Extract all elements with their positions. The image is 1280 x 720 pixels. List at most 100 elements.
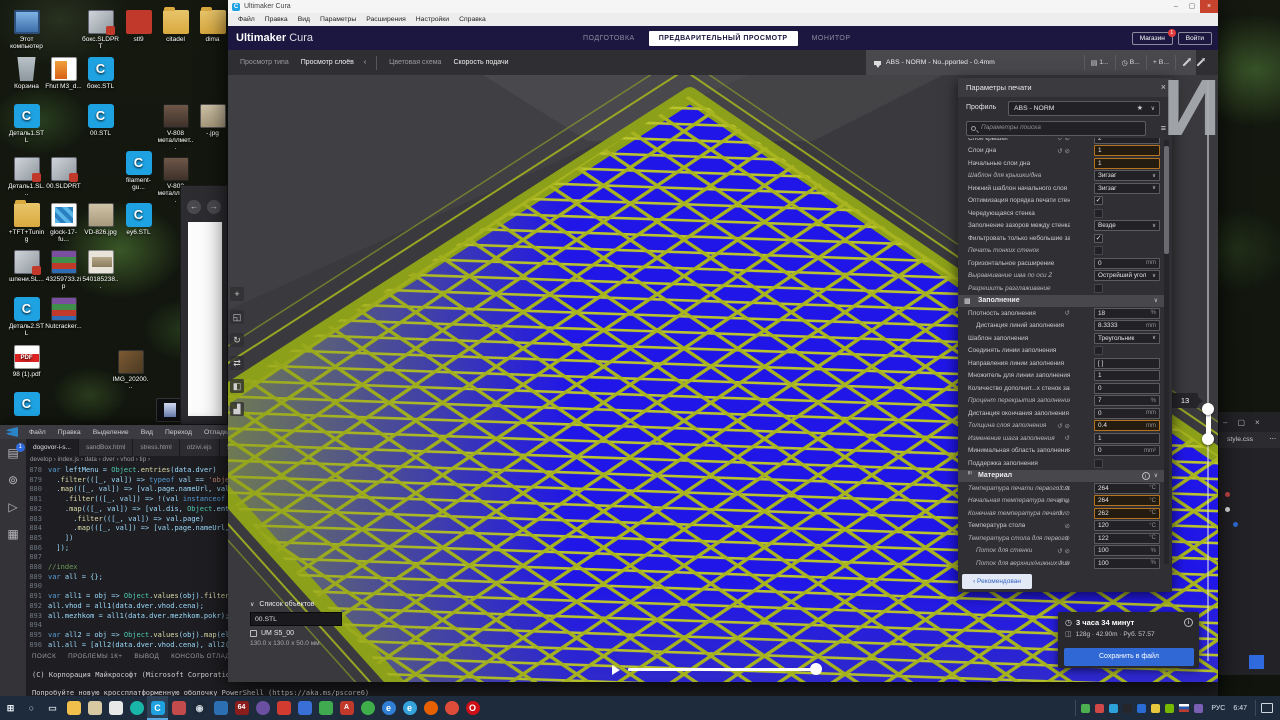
- setting-input[interactable]: 0: [1094, 382, 1160, 394]
- panel-tab[interactable]: ВЫВОД: [134, 653, 159, 660]
- explorer-icon[interactable]: ▤ 1: [7, 443, 25, 460]
- desktop-icon--.jpg[interactable]: -.jpg: [194, 104, 231, 137]
- media-app-icon[interactable]: [210, 696, 231, 720]
- setting-input[interactable]: 100%: [1094, 557, 1160, 569]
- paint-app-icon[interactable]: [294, 696, 315, 720]
- play-icon[interactable]: [612, 665, 620, 675]
- mirror-tool[interactable]: ⇄: [230, 356, 244, 370]
- setting-input[interactable]: 7%: [1094, 395, 1160, 407]
- cura-menu-item[interactable]: Расширения: [361, 16, 411, 23]
- more-icon[interactable]: ⋯: [1269, 432, 1280, 448]
- desktop-icon-VD-826.jpg[interactable]: VD-826.jpg: [82, 203, 119, 236]
- maximize-icon[interactable]: ▢: [1184, 0, 1200, 13]
- setting-input[interactable]: [ ]: [1094, 357, 1160, 369]
- setting-input[interactable]: 120 °C: [1094, 520, 1160, 532]
- tray-app-icon[interactable]: [1109, 703, 1119, 713]
- ie-icon[interactable]: e: [399, 696, 420, 720]
- collapse-icon[interactable]: ‹: [364, 59, 366, 66]
- teal-app-icon[interactable]: [126, 696, 147, 720]
- maximize-icon[interactable]: ▢: [1237, 418, 1245, 427]
- steam-app-icon[interactable]: ◉: [189, 696, 210, 720]
- desktop-icon-glock-17-fu...[interactable]: glock-17-fu...: [45, 203, 82, 243]
- layer-view-label[interactable]: Просмотр слоёв: [301, 59, 354, 66]
- purple-app-icon[interactable]: [252, 696, 273, 720]
- cura-menu-item[interactable]: Файл: [233, 16, 260, 23]
- desktop-icon-V-808 металлмет...[interactable]: V-808 металлмет...: [157, 104, 194, 151]
- link-icon[interactable]: ⊘: [1065, 147, 1070, 155]
- layer-slider-upper-handle[interactable]: [1202, 403, 1214, 415]
- setting-checkbox[interactable]: [1094, 283, 1103, 293]
- desktop-icon-Корзина[interactable]: Корзина: [8, 57, 45, 90]
- red-app-icon[interactable]: [168, 696, 189, 720]
- layer-slider-lower-handle[interactable]: [1202, 433, 1214, 445]
- profile-dropdown[interactable]: ABS - NORM ★ ∨: [1008, 101, 1160, 116]
- minimize-icon[interactable]: –: [1168, 0, 1184, 13]
- close-icon[interactable]: ×: [1255, 418, 1260, 427]
- setting-checkbox[interactable]: [1094, 246, 1103, 256]
- setting-input[interactable]: 100%: [1094, 545, 1160, 557]
- link-icon[interactable]: ⊘: [1065, 484, 1070, 492]
- vscode-menu-item[interactable]: Переход: [159, 429, 198, 436]
- background-window-fragment[interactable]: ← →: [180, 185, 228, 425]
- panel-tab[interactable]: ПОИСК: [32, 653, 56, 660]
- setting-dropdown[interactable]: Везде ∨: [1094, 220, 1160, 232]
- cura-app-icon[interactable]: C: [147, 696, 168, 720]
- language-indicator[interactable]: РУС: [1211, 705, 1225, 712]
- setting-checkbox[interactable]: [1094, 458, 1103, 468]
- cura-menu-item[interactable]: Настройки: [411, 16, 454, 23]
- setting-input[interactable]: 1: [1094, 432, 1160, 444]
- setting-input[interactable]: 262 °C: [1094, 507, 1160, 519]
- archive-app-icon[interactable]: [84, 696, 105, 720]
- tray-app-icon[interactable]: [1194, 703, 1204, 713]
- desktop-icon-Деталь1.SL...[interactable]: Деталь1.SL...: [8, 157, 45, 197]
- settings-section-Заполнение[interactable]: ▩ Заполнение ∨: [958, 294, 1164, 307]
- setting-input[interactable]: 1: [1094, 145, 1160, 157]
- tray-app-icon[interactable]: [1151, 703, 1161, 713]
- profile-summary[interactable]: ABS - NORM - No..pported - 0.4mm: [886, 59, 995, 66]
- settings-scrollbar[interactable]: [1164, 140, 1169, 564]
- setting-checkbox[interactable]: ✓: [1094, 196, 1103, 206]
- forward-icon[interactable]: →: [207, 200, 221, 214]
- lightning-app-icon[interactable]: [273, 696, 294, 720]
- desktop-icon-шпени.SL...[interactable]: шпени.SL...: [8, 250, 45, 283]
- setting-input[interactable]: 18%: [1094, 307, 1160, 319]
- cura-menu-item[interactable]: Параметры: [315, 16, 361, 23]
- cura-menu-item[interactable]: Справка: [454, 16, 491, 23]
- settings-section-Материал[interactable]: ≡ Материал i ∨: [958, 469, 1164, 482]
- link-icon[interactable]: ⊘: [1065, 138, 1070, 142]
- setting-dropdown[interactable]: Треугольник ∨: [1094, 332, 1160, 344]
- view-type-label[interactable]: Просмотр типа: [240, 59, 289, 66]
- link-icon[interactable]: ⊘: [1065, 547, 1070, 555]
- photos-app-icon[interactable]: [315, 696, 336, 720]
- setting-input[interactable]: 0 mm²: [1094, 445, 1160, 457]
- app-64-icon[interactable]: 64: [231, 696, 252, 720]
- desktop-icon-Деталь1.STL[interactable]: Деталь1.STL: [8, 104, 45, 144]
- stage-tab[interactable]: ПРЕДВАРИТЕЛЬНЫЙ ПРОСМОТР: [648, 30, 798, 46]
- tray-app-icon[interactable]: [1095, 703, 1105, 713]
- whatsapp-icon[interactable]: [357, 696, 378, 720]
- setting-input[interactable]: 1: [1094, 370, 1160, 382]
- desktop-icon-98 (1).pdf[interactable]: 98 (1).pdf: [8, 345, 45, 378]
- tab-style-css[interactable]: style.css: [1219, 432, 1253, 448]
- vscode-menu-item[interactable]: Файл: [23, 429, 52, 436]
- start-icon[interactable]: ⊞: [0, 696, 21, 720]
- printer-name[interactable]: UM S5_00: [250, 630, 342, 637]
- vscode-menu-item[interactable]: Выделение: [87, 429, 135, 436]
- source-control-icon[interactable]: ⊚: [8, 474, 18, 487]
- chevron-down-icon[interactable]: ∨: [1154, 472, 1158, 479]
- link-icon[interactable]: ⊘: [1065, 509, 1070, 517]
- color-scheme-label[interactable]: Цветовая схема: [389, 59, 441, 66]
- link-icon[interactable]: ⊘: [1065, 497, 1070, 505]
- desktop-icon-IMG_20200...[interactable]: IMG_20200...: [112, 350, 149, 390]
- object-list-item[interactable]: 00.STL: [250, 612, 342, 626]
- path-slider-handle[interactable]: [810, 663, 822, 675]
- panel-tab[interactable]: ПРОБЛЕМЫ 1К+: [68, 653, 122, 660]
- setting-input[interactable]: 0.4 mm: [1094, 420, 1160, 432]
- scrollbar-thumb[interactable]: [1164, 146, 1169, 254]
- desktop-icon-540185238...[interactable]: 540185238...: [82, 250, 119, 290]
- right-editor-window[interactable]: – ▢ × style.css ⋯: [1218, 412, 1280, 675]
- setting-dropdown[interactable]: Зигзаг ∨: [1094, 182, 1160, 194]
- settings-search-input[interactable]: Параметры поиска: [966, 121, 1146, 136]
- remote-status-icon[interactable]: [1249, 655, 1264, 669]
- chevron-down-icon[interactable]: ∨: [1154, 297, 1158, 304]
